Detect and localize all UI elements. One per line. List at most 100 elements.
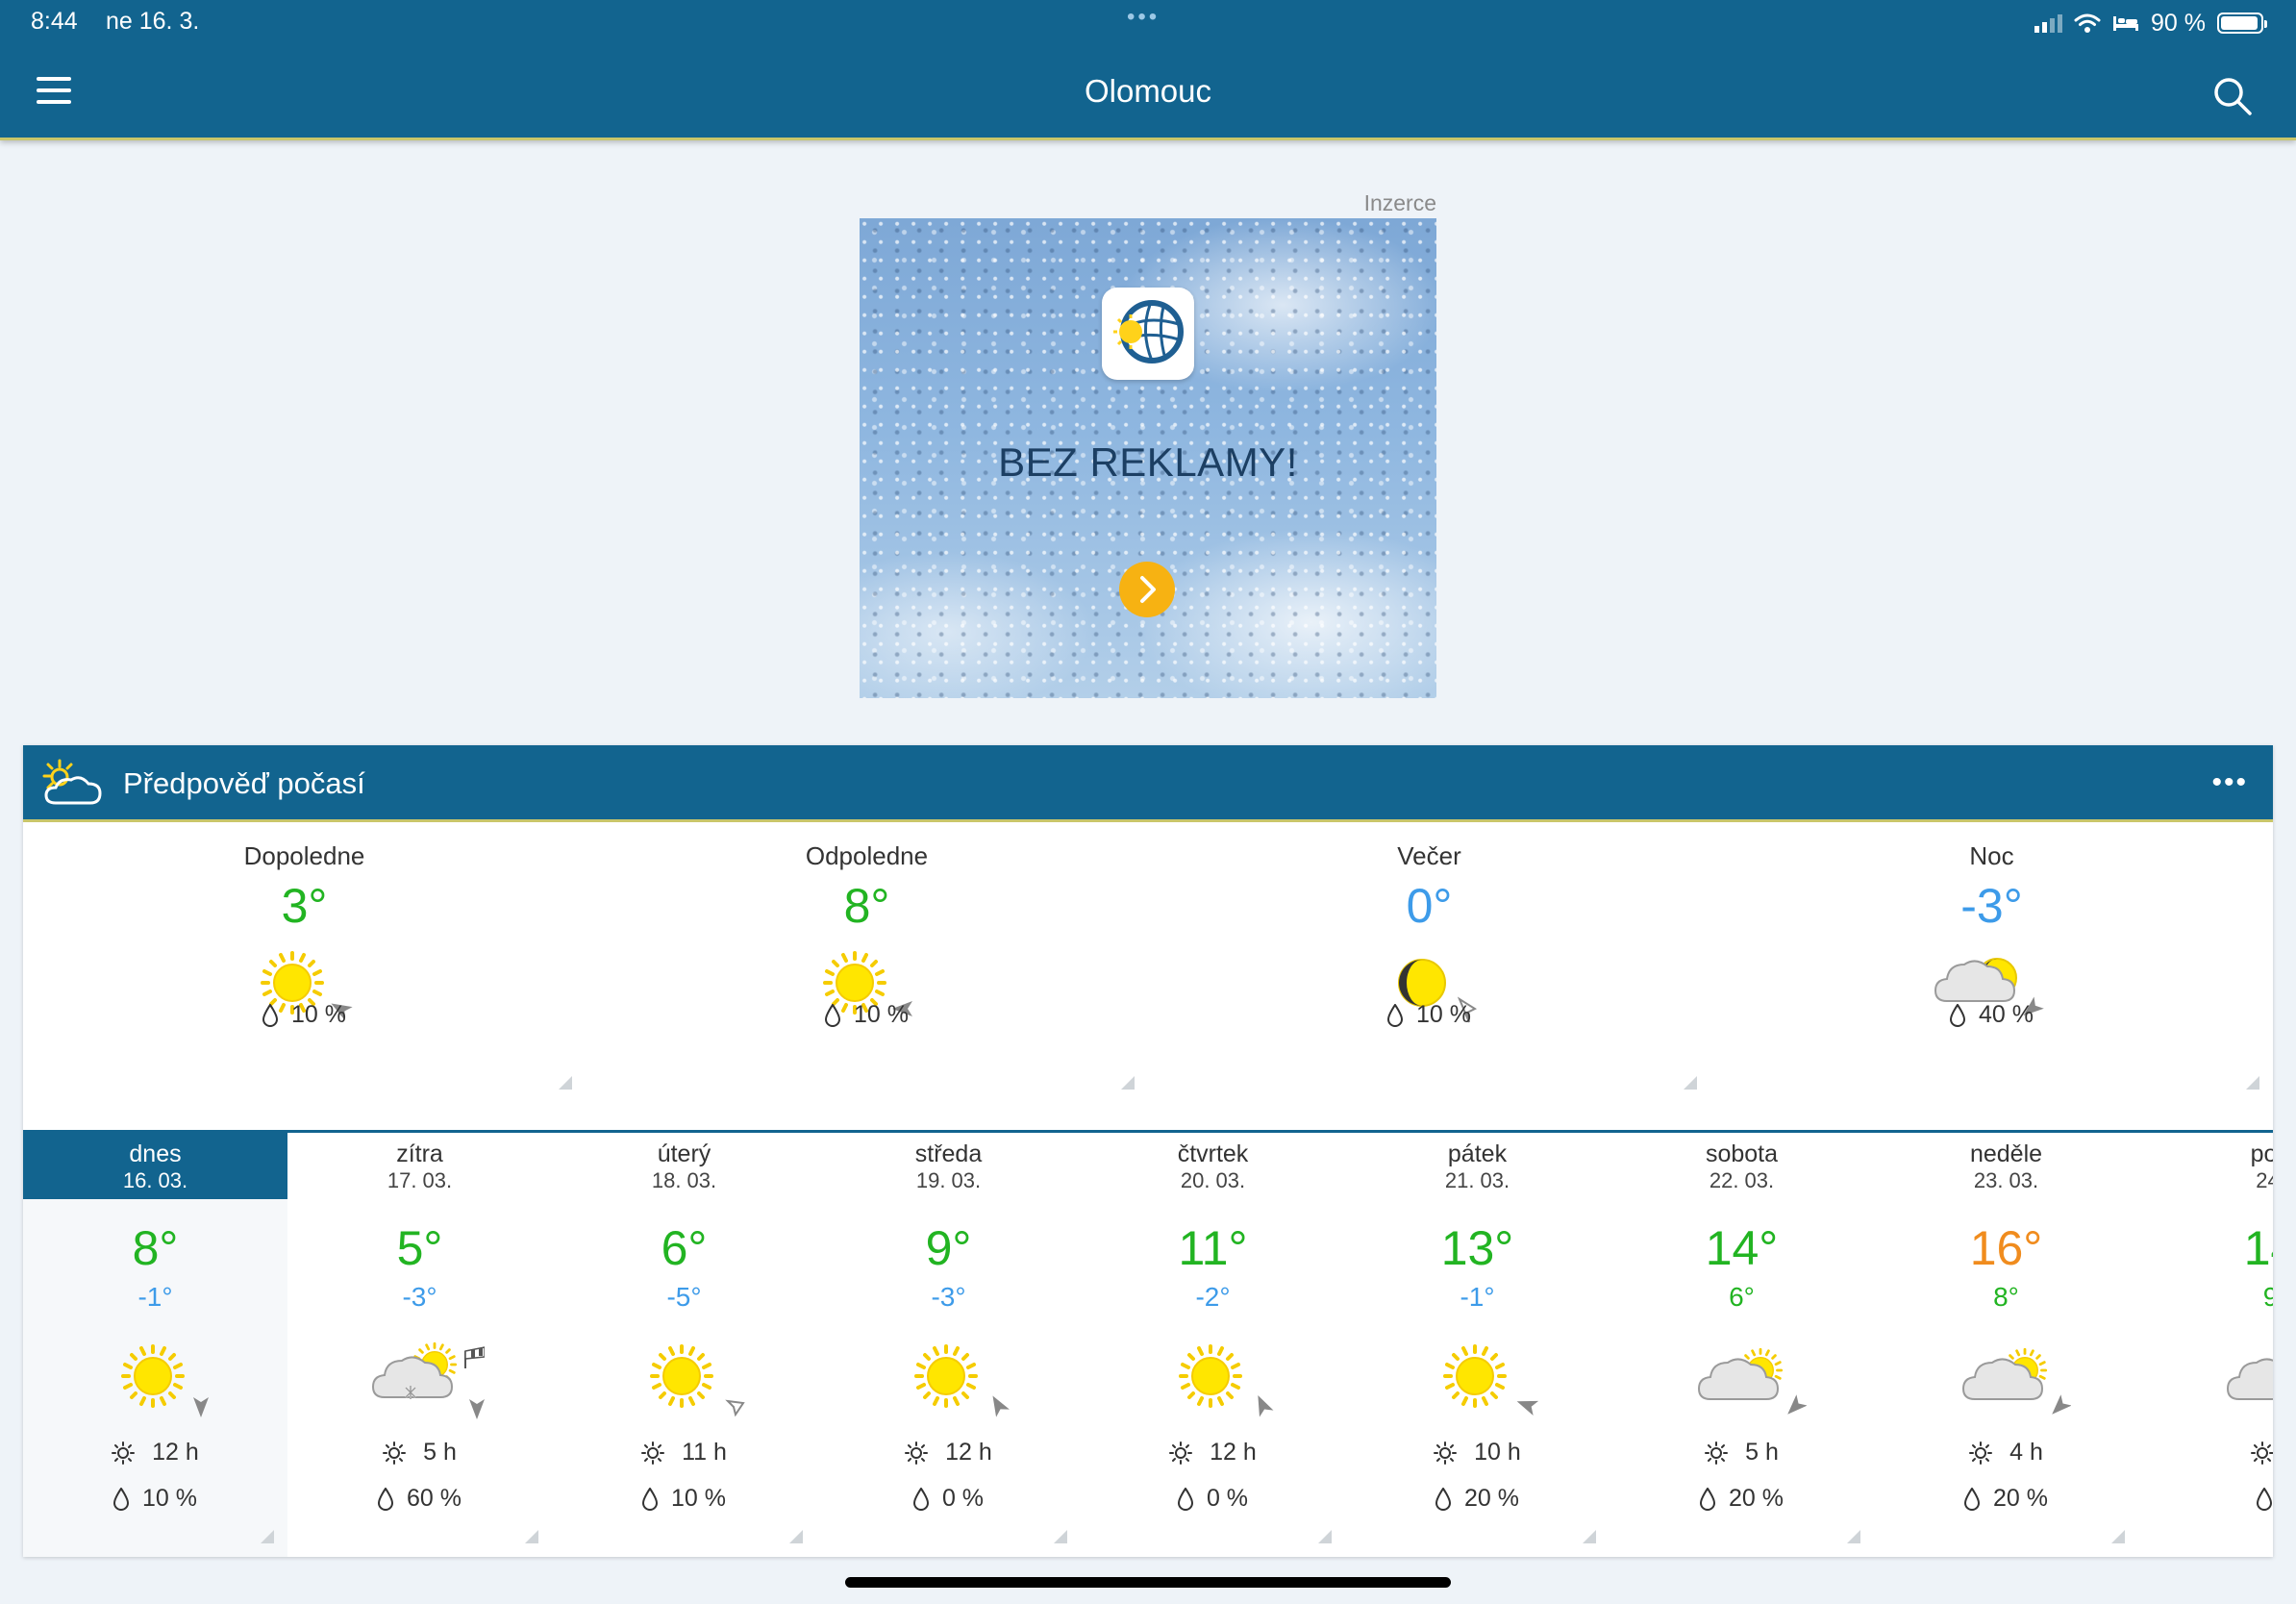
sunshine-hours <box>2138 1439 2273 1466</box>
search-icon[interactable] <box>2211 75 2254 117</box>
period-temp: 0° <box>1406 879 1453 933</box>
ad-banner[interactable]: BEZ REKLAMY! <box>860 218 1436 698</box>
day-date: 23. 03. <box>1973 1168 2039 1192</box>
raindrop-icon <box>1435 1488 1451 1511</box>
multitasking-dots-icon[interactable]: ••• <box>1127 4 1160 31</box>
day-header: dnes 16. 03. <box>23 1133 287 1199</box>
day-name: čtvrtek <box>1177 1140 1249 1167</box>
day-name: zítra <box>396 1140 443 1167</box>
day-tuesday[interactable]: úterý 18. 03. 6° -5° 11 h 10 % <box>552 1133 816 1557</box>
day-date: 16. 03. <box>122 1168 188 1192</box>
day-date: 19. 03. <box>915 1168 982 1192</box>
day-max-temp: 14 <box>2243 1221 2273 1275</box>
raindrop-icon <box>825 1004 840 1027</box>
period-evening[interactable]: Večer 0° 10 % <box>1148 822 1710 1103</box>
period-afternoon[interactable]: Odpoledne 8° 10 % <box>586 822 1148 1103</box>
day-name: pon <box>2250 1140 2273 1167</box>
period-temp: 3° <box>281 879 328 933</box>
day-precip: 10 % <box>552 1485 816 1513</box>
raindrop-icon <box>378 1488 393 1511</box>
day-header: pon 24. <box>2138 1133 2273 1199</box>
day-header: úterý 18. 03. <box>552 1133 816 1199</box>
day-min-temp: -3° <box>402 1282 437 1312</box>
sun-icon <box>650 1344 745 1417</box>
day-header: zítra 17. 03. <box>287 1133 552 1199</box>
day-name: pátek <box>1447 1140 1508 1167</box>
day-saturday[interactable]: sobota 22. 03. 14° 6° 5 h 20 % <box>1610 1133 1874 1557</box>
day-min-temp: 9 <box>2262 1282 2273 1312</box>
sun-icon <box>914 1344 1010 1417</box>
day-name: neděle <box>1969 1140 2043 1167</box>
day-max-temp: 5° <box>396 1221 443 1275</box>
day-max-temp: 13° <box>1440 1221 1514 1275</box>
sunshine-hours: 5 h <box>1610 1439 1874 1466</box>
day-min-temp: -5° <box>666 1282 702 1312</box>
day-precip: 10 % <box>23 1485 287 1513</box>
cloud-sun-snow-icon <box>372 1341 485 1419</box>
sunshine-icon <box>1969 1441 1993 1465</box>
day-max-temp: 6° <box>661 1221 708 1275</box>
wifi-icon <box>2074 13 2101 33</box>
day-monday[interactable]: pon 24. 14 9 <box>2138 1133 2273 1557</box>
day-friday[interactable]: pátek 21. 03. 13° -1° 10 h 20 % <box>1345 1133 1610 1557</box>
day-tomorrow[interactable]: zítra 17. 03. 5° -3° 5 h 60 % <box>287 1133 552 1557</box>
cloud-sun-icon <box>1962 1347 2071 1420</box>
day-date: 20. 03. <box>1180 1168 1246 1192</box>
period-night[interactable]: Noc -3° 40 % <box>1710 822 2273 1103</box>
status-indicators: 90 % <box>2034 6 2267 40</box>
status-time: 8:44 <box>31 8 78 35</box>
period-temp: 8° <box>843 879 890 933</box>
cloud-sun-icon <box>2227 1347 2273 1400</box>
battery-percent: 90 % <box>2151 9 2206 37</box>
more-options-icon[interactable]: ••• <box>2211 766 2248 799</box>
day-thursday[interactable]: čtvrtek 20. 03. 11° -2° 12 h 0 % <box>1081 1133 1345 1557</box>
sunshine-icon <box>112 1441 136 1465</box>
battery-icon <box>2217 13 2267 34</box>
raindrop-icon <box>642 1488 658 1511</box>
sunshine-hours: 5 h <box>287 1439 552 1466</box>
day-max-temp: 14° <box>1705 1221 1779 1275</box>
period-precip: 40 % <box>1710 1001 2273 1029</box>
forecast-card-header: Předpověď počasí ••• <box>23 745 2273 822</box>
day-precip: 0 % <box>816 1485 1081 1513</box>
day-date: 22. 03. <box>1709 1168 1775 1192</box>
sunshine-hours: 10 h <box>1345 1439 1610 1466</box>
forecast-title: Předpověď počasí <box>123 766 365 800</box>
forecast-card: Předpověď počasí ••• Dopoledne 3° 10 % O… <box>23 745 2273 1557</box>
day-max-temp: 8° <box>132 1221 179 1275</box>
day-max-temp: 11° <box>1178 1221 1248 1275</box>
day-date: 24. <box>2256 1168 2273 1192</box>
day-min-temp: -1° <box>1460 1282 1495 1312</box>
raindrop-icon <box>1700 1488 1715 1511</box>
home-indicator[interactable] <box>845 1577 1451 1588</box>
day-wednesday[interactable]: středa 19. 03. 9° -3° 12 h 0 % <box>816 1133 1081 1557</box>
day-header: čtvrtek 20. 03. <box>1081 1133 1345 1199</box>
day-min-temp: 8° <box>1993 1282 2019 1312</box>
sleep-mode-bed-icon <box>2113 16 2139 31</box>
sunshine-hours: 12 h <box>23 1439 287 1466</box>
raindrop-icon <box>1950 1004 1965 1027</box>
ad-label: Inzerce <box>1363 190 1436 215</box>
period-name: Dopoledne <box>243 841 365 870</box>
day-precip: 20 % <box>1874 1485 2138 1513</box>
period-morning[interactable]: Dopoledne 3° 10 % <box>23 822 586 1103</box>
day-name: sobota <box>1705 1140 1779 1167</box>
day-sunday[interactable]: neděle 23. 03. 16° 8° 4 h 20 % <box>1874 1133 2138 1557</box>
period-name: Odpoledne <box>805 841 929 870</box>
ad-next-button[interactable] <box>1119 562 1175 617</box>
app-header: 8:44 ne 16. 3. ••• 90 % Olomouc <box>0 0 2296 140</box>
period-precip: 10 % <box>586 1001 1148 1029</box>
day-min-temp: 6° <box>1729 1282 1755 1312</box>
period-name: Večer <box>1397 841 1461 870</box>
partly-cloudy-icon <box>42 759 102 805</box>
day-name: středa <box>914 1140 983 1167</box>
sunshine-icon <box>1434 1441 1458 1465</box>
day-min-temp: -1° <box>137 1282 173 1312</box>
raindrop-icon <box>1964 1488 1980 1511</box>
sunshine-hours: 4 h <box>1874 1439 2138 1466</box>
day-precip <box>2138 1485 2273 1513</box>
sunshine-hours: 12 h <box>1081 1439 1345 1466</box>
day-name: dnes <box>129 1140 182 1167</box>
day-today[interactable]: dnes 16. 03. 8° -1° 12 h 10 % <box>23 1133 287 1557</box>
sun-icon <box>1443 1344 1539 1416</box>
